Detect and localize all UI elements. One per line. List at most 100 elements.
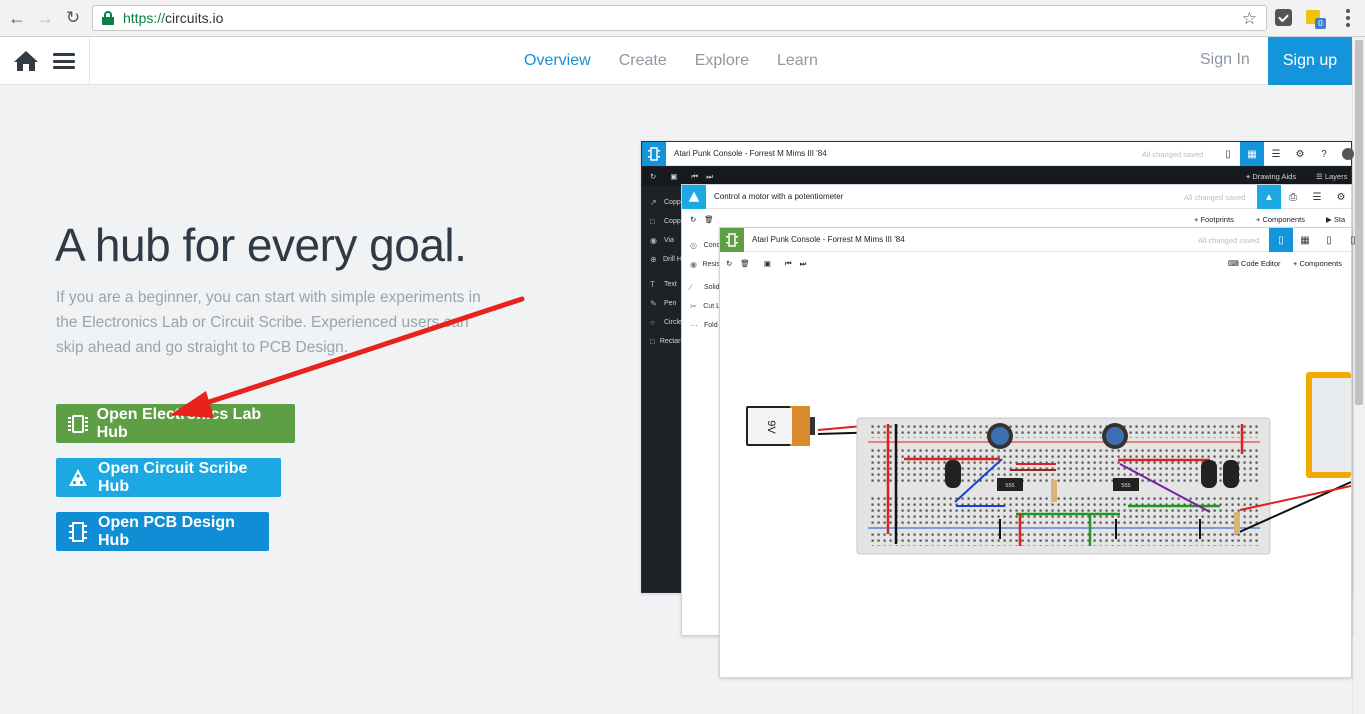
potentiometer-1[interactable] — [987, 423, 1013, 449]
elab-window-titlebar: Atari Punk Console - Forrest M Mims III … — [720, 227, 1356, 252]
chip-tool-icon[interactable]: ▯ — [1317, 228, 1341, 252]
layers-button[interactable]: ☰ Layers — [1316, 172, 1347, 181]
avatar[interactable] — [1336, 142, 1360, 166]
nav-overview[interactable]: Overview — [510, 52, 605, 70]
scribe-window-title: Control a motor with a potentiometer — [714, 192, 844, 201]
ic-555-chip[interactable]: 555 — [1113, 478, 1139, 491]
fit-icon[interactable]: ▣ — [670, 172, 677, 181]
more-icon[interactable]: ▯ — [1341, 228, 1365, 252]
trash-icon[interactable]: 🗑 — [704, 215, 714, 224]
nav-explore[interactable]: Explore — [681, 52, 763, 70]
battery-label: 9V — [765, 420, 777, 434]
resistor[interactable] — [1234, 512, 1240, 534]
fold-tool[interactable]: ⋯ Fold — [682, 316, 720, 335]
browser-menu-icon[interactable] — [1345, 9, 1351, 27]
rotate-icon[interactable]: ↻ — [690, 215, 696, 224]
help-icon[interactable]: ? — [1312, 142, 1336, 166]
list-icon[interactable]: ☰ — [1305, 185, 1329, 209]
hamburger-menu-icon[interactable] — [53, 53, 75, 69]
gear-icon[interactable]: ⚙ — [1288, 142, 1312, 166]
rotate-icon[interactable]: ↻ — [726, 259, 732, 268]
open-electronics-lab-hub-button[interactable]: Open Electronics Lab Hub — [56, 404, 295, 443]
open-circuit-scribe-hub-button[interactable]: Open Circuit Scribe Hub — [56, 458, 281, 497]
sign-in-link[interactable]: Sign In — [1200, 51, 1250, 69]
pocket-extension-icon[interactable] — [1275, 9, 1292, 26]
capacitor[interactable] — [945, 460, 961, 488]
fit-icon[interactable]: ▣ — [764, 259, 771, 268]
capacitor[interactable] — [1201, 460, 1217, 488]
rotate-icon[interactable]: ↻ — [650, 172, 656, 181]
pcb-chip-tool-icon[interactable]: ▯ — [1216, 142, 1240, 166]
pcb-window-title: Atari Punk Console - Forrest M Mims III … — [674, 149, 827, 158]
main-nav: Overview Create Explore Learn — [510, 37, 832, 85]
code-editor-button[interactable]: ⌨ Code Editor — [1228, 259, 1281, 268]
components-button[interactable]: + Components — [1256, 215, 1305, 224]
hero-title: A hub for every goal. — [55, 219, 467, 271]
nav-learn[interactable]: Learn — [763, 52, 832, 70]
back-arrow-icon[interactable]: ← — [6, 7, 28, 29]
pcb-board-tool-icon[interactable]: ▦ — [1240, 142, 1264, 166]
ic-label: 555 — [1005, 483, 1014, 489]
copper-trace-tool[interactable]: ↗ Copp — [642, 193, 682, 212]
list-icon[interactable]: ☰ — [1264, 142, 1288, 166]
print-icon[interactable]: ⎙ — [1281, 185, 1305, 209]
ic-555-chip[interactable]: 555 — [997, 478, 1023, 491]
pcb-icon — [68, 521, 88, 542]
scrollbar-thumb[interactable] — [1355, 40, 1363, 405]
gear-icon[interactable]: ⚙ — [1329, 185, 1353, 209]
pcb-save-status: All changed saved — [1142, 150, 1204, 159]
pen-tool[interactable]: ✎ Pen — [642, 294, 682, 313]
site-header: Overview Create Explore Learn Sign In Si… — [0, 37, 1352, 85]
pcb-design-button-label: Open PCB Design Hub — [98, 513, 235, 549]
solid-line-tool[interactable]: ∕ Solid — [682, 278, 720, 297]
url-text: https://circuits.io — [123, 10, 224, 26]
footprints-button[interactable]: + Footprints — [1194, 215, 1234, 224]
scribe-mode-icon[interactable]: ▲ — [1257, 185, 1281, 209]
rectangle-tool[interactable]: □ Rectan — [642, 332, 682, 351]
conductive-tool[interactable]: ◎ Conc — [682, 236, 720, 255]
step-forward-icon[interactable]: ⏭ — [800, 259, 807, 269]
sign-up-button[interactable]: Sign up — [1268, 37, 1352, 85]
home-icon[interactable] — [13, 50, 39, 72]
trash-icon[interactable]: 🗑 — [740, 259, 750, 268]
forward-arrow-icon[interactable]: → — [34, 7, 56, 29]
resistor[interactable] — [1051, 480, 1057, 502]
step-forward-icon[interactable]: ⏭ — [706, 172, 713, 182]
components-button[interactable]: + Components — [1293, 259, 1342, 268]
resistive-tool[interactable]: ◉ Resis — [682, 255, 720, 274]
open-pcb-design-hub-button[interactable]: Open PCB Design Hub — [56, 512, 269, 551]
address-bar[interactable]: https://circuits.io ☆ — [92, 5, 1267, 31]
hero-description: If you are a beginner, you can start wit… — [56, 289, 481, 356]
battery-9v[interactable]: 9V — [746, 406, 815, 446]
reload-icon[interactable]: ↻ — [62, 7, 84, 29]
capacitor[interactable] — [1223, 460, 1239, 488]
circuit-scribe-button-label: Open Circuit Scribe Hub — [98, 459, 248, 495]
pcb-window-titlebar: Atari Punk Console - Forrest M Mims III … — [642, 141, 1354, 166]
page-scrollbar[interactable] — [1352, 37, 1365, 714]
elab-save-status: All changed saved — [1198, 236, 1260, 245]
bookmark-star-icon[interactable]: ☆ — [1242, 9, 1257, 29]
cut-line-tool[interactable]: ✂ Cut L — [682, 297, 720, 316]
lock-icon — [102, 11, 114, 25]
elab-toolbar: ↻ 🗑 ▣ ⏮ ⏭ ⌨ Code Editor + Components — [720, 254, 1351, 273]
breadboard-circuit: 9V 555 555 — [746, 372, 1351, 555]
nav-create[interactable]: Create — [605, 52, 681, 70]
scribe-side-tools: ◎ Conc ◉ Resis ∕ Solid ✂ Cut L ⋯ Fold — [682, 236, 720, 335]
drill-hole-tool[interactable]: ⊕ Drill H — [642, 250, 682, 269]
elab-mode-icon[interactable]: ▯ — [1269, 228, 1293, 252]
extension-folder-icon[interactable]: 0 — [1306, 8, 1326, 29]
circle-tool[interactable]: ○ Circle — [642, 313, 682, 332]
browser-toolbar: ← → ↻ https://circuits.io ☆ 0 — [0, 0, 1365, 37]
via-tool[interactable]: ◉ Via — [642, 231, 682, 250]
step-back-icon[interactable]: ⏮ — [691, 172, 698, 182]
board-icon[interactable]: ▦ — [1293, 228, 1317, 252]
elab-badge-icon — [720, 227, 744, 252]
text-tool[interactable]: T Text — [642, 275, 682, 294]
potentiometer-2[interactable] — [1102, 423, 1128, 449]
start-button[interactable]: ▶ Sta — [1326, 215, 1345, 224]
electronics-lab-button-label: Open Electronics Lab Hub — [96, 405, 262, 441]
copper-fill-tool[interactable]: □ Copp — [642, 212, 682, 231]
drawing-aids-button[interactable]: ⌖ Drawing Aids — [1246, 172, 1296, 182]
scribe-window-titlebar: Control a motor with a potentiometer All… — [682, 184, 1353, 209]
step-back-icon[interactable]: ⏮ — [785, 259, 792, 269]
